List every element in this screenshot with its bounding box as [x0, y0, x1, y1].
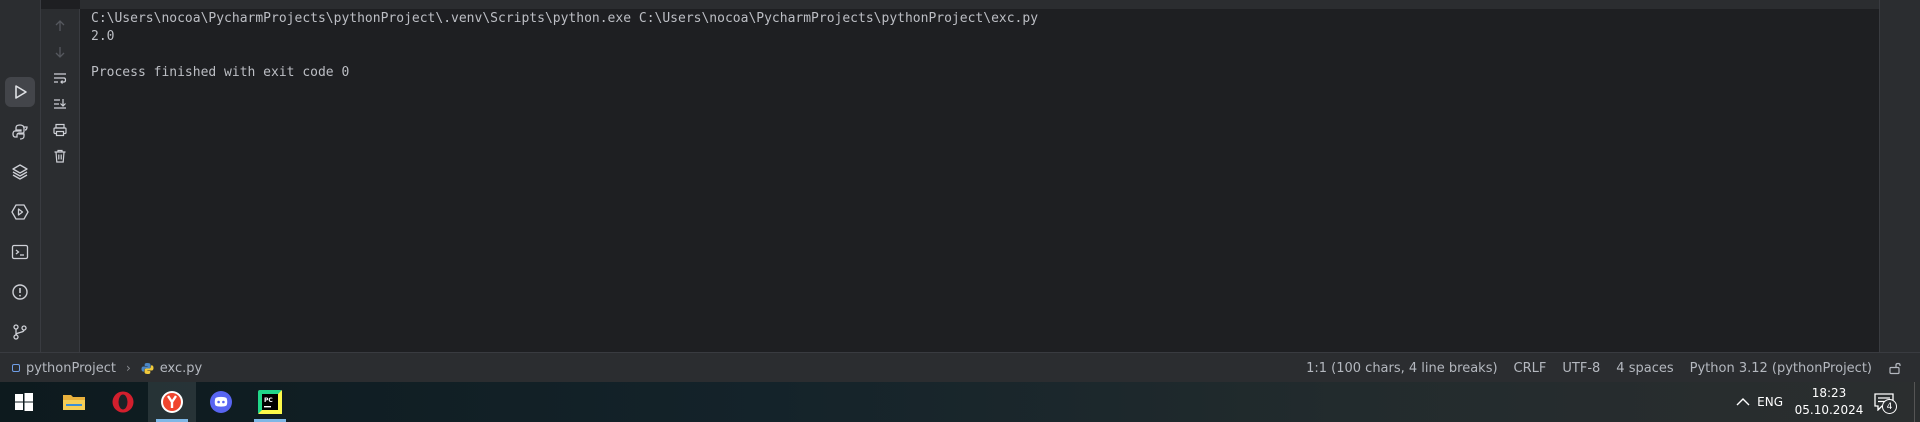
run-tools-toolbar	[41, 9, 80, 352]
file-encoding[interactable]: UTF-8	[1562, 361, 1600, 376]
console-output-line: 2.0	[91, 29, 115, 44]
problems-icon[interactable]	[5, 277, 35, 307]
right-toolbar	[1879, 0, 1920, 352]
show-desktop-button[interactable]	[1914, 382, 1920, 422]
rerun-up-icon[interactable]	[49, 15, 71, 37]
chevron-up-icon[interactable]	[1736, 382, 1750, 422]
input-language[interactable]: ENG	[1757, 382, 1783, 422]
soft-wrap-icon[interactable]	[49, 67, 71, 89]
opera-icon[interactable]	[99, 382, 147, 422]
python-interpreter[interactable]: Python 3.12 (pythonProject)	[1690, 361, 1872, 376]
pycharm-icon[interactable]: PC	[246, 382, 294, 422]
taskbar-clock[interactable]: 18:23 05.10.2024	[1794, 385, 1864, 419]
top-strip	[0, 0, 1920, 10]
windows-start-icon[interactable]	[0, 382, 48, 422]
terminal-icon[interactable]	[5, 237, 35, 267]
unlock-icon[interactable]	[1888, 361, 1902, 375]
scroll-to-end-icon[interactable]	[49, 93, 71, 115]
console-exit-line: Process finished with exit code 0	[91, 65, 350, 80]
caret-position[interactable]: 1:1 (100 chars, 4 line breaks)	[1306, 361, 1497, 376]
python-file-icon	[141, 362, 154, 375]
notification-center-icon[interactable]: 4	[1864, 382, 1904, 422]
breadcrumb-project[interactable]: pythonProject	[26, 361, 116, 376]
clock-date: 05.10.2024	[1794, 403, 1864, 417]
console-command-line: C:\Users\nocoa\PycharmProjects\pythonPro…	[91, 11, 1039, 26]
clear-icon[interactable]	[49, 145, 71, 167]
rerun-down-icon[interactable]	[49, 41, 71, 63]
breadcrumb: pythonProject › exc.py	[12, 353, 202, 383]
status-bar: pythonProject › exc.py 1:1 (100 chars, 4…	[0, 352, 1920, 382]
discord-icon[interactable]	[197, 382, 245, 422]
left-toolbar	[0, 0, 41, 352]
python-console-icon[interactable]	[5, 117, 35, 147]
services-icon[interactable]	[5, 197, 35, 227]
breadcrumb-file[interactable]: exc.py	[160, 361, 202, 376]
layers-icon[interactable]	[5, 157, 35, 187]
project-icon	[12, 364, 20, 372]
clock-time: 18:23	[1811, 386, 1847, 400]
file-explorer-icon[interactable]	[50, 382, 98, 422]
print-icon[interactable]	[49, 119, 71, 141]
run-icon[interactable]	[5, 77, 35, 107]
line-separator[interactable]: CRLF	[1514, 361, 1547, 376]
chevron-right-icon: ›	[125, 361, 131, 375]
svg-text:PC: PC	[264, 397, 273, 404]
yandex-browser-icon[interactable]	[148, 382, 196, 422]
indent-setting[interactable]: 4 spaces	[1616, 361, 1673, 376]
notification-count-badge: 4	[1882, 399, 1897, 414]
git-icon[interactable]	[5, 317, 35, 347]
run-console[interactable]: C:\Users\nocoa\PycharmProjects\pythonPro…	[80, 9, 1880, 352]
taskbar: PC ENG 18:23 05.10.2024 4	[0, 382, 1920, 422]
status-widgets: 1:1 (100 chars, 4 line breaks) CRLF UTF-…	[1306, 353, 1902, 383]
